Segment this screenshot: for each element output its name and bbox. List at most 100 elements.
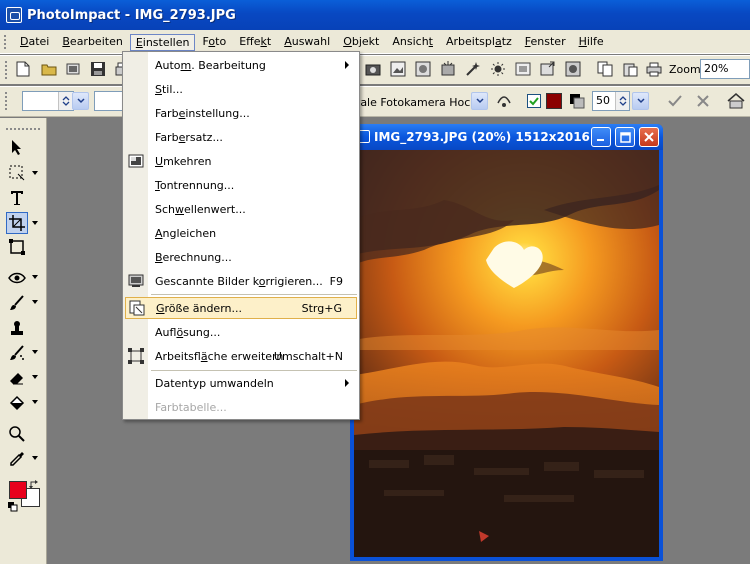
maximize-button[interactable] (615, 127, 635, 147)
toolpanel-grip[interactable] (6, 128, 40, 130)
frame-icon[interactable] (514, 60, 532, 78)
menu-item-datentyp-umwandeln[interactable]: Datentyp umwandeln (125, 372, 357, 394)
fill-bucket-flyout-arrow[interactable] (32, 400, 38, 404)
redeye-tool-flyout-arrow[interactable] (32, 275, 38, 279)
zoom-tool-icon[interactable] (6, 423, 28, 445)
menu-item-label: Tontrennung... (155, 178, 235, 192)
width-unit-dropdown[interactable] (72, 92, 89, 110)
enhance-icon[interactable] (439, 60, 457, 78)
width-field[interactable] (22, 91, 74, 111)
text-tool-icon[interactable] (6, 187, 28, 209)
brightness-icon[interactable] (489, 60, 507, 78)
eyedropper-flyout-arrow[interactable] (32, 456, 38, 460)
retouch-brush-flyout-arrow[interactable] (32, 350, 38, 354)
swap-colors-icon[interactable] (29, 480, 39, 493)
foreground-color-swatch[interactable] (9, 481, 27, 499)
paint-brush-flyout-arrow[interactable] (32, 300, 38, 304)
open-file-icon[interactable] (40, 60, 58, 78)
new-file-icon[interactable] (14, 60, 32, 78)
menu-item-stil[interactable]: Stil... (125, 78, 357, 100)
menu-foto[interactable]: Foto (196, 33, 232, 50)
height-field[interactable] (94, 91, 124, 111)
menu-item-groesse-aendern[interactable]: Größe ändern... Strg+G (125, 297, 357, 319)
menu-item-label: Farbtabelle... (155, 400, 227, 414)
color-adjust-icon[interactable] (414, 60, 432, 78)
menu-item-autom-bearbeitung[interactable]: Autom. Bearbeitung (125, 54, 357, 76)
paste-icon[interactable] (621, 60, 639, 78)
fill-bucket-icon[interactable] (6, 392, 28, 414)
menu-datei[interactable]: Datei (14, 33, 55, 50)
zoom-input[interactable]: 20% (700, 59, 750, 79)
panel-icon[interactable] (727, 92, 745, 110)
open-browser-icon[interactable] (64, 60, 82, 78)
retouch-brush-icon[interactable] (6, 342, 28, 364)
width-spinner[interactable] (58, 92, 72, 110)
menu-item-gescannte-bilder[interactable]: Gescannte Bilder korrigieren... F9 (125, 270, 357, 292)
menu-auswahl[interactable]: Auswahl (278, 33, 336, 50)
toolbar-grip[interactable] (5, 61, 8, 79)
menu-bearbeiten[interactable]: Bearbeiten (56, 33, 128, 50)
menu-item-label: Angleichen (155, 226, 217, 240)
menu-item-label: Datentyp umwandeln (155, 376, 274, 390)
menu-item-angleichen[interactable]: Angleichen (125, 222, 357, 244)
transform-icon[interactable] (495, 92, 513, 110)
app-icon[interactable] (6, 7, 22, 23)
selection-tool-flyout-arrow[interactable] (32, 171, 38, 175)
crop-tool-icon[interactable] (6, 212, 28, 234)
fill-checkbox[interactable] (525, 92, 543, 110)
shade-icon[interactable] (568, 92, 586, 110)
camera-icon[interactable] (364, 60, 382, 78)
crop-tool-flyout-arrow[interactable] (32, 221, 38, 225)
attribute-toolbar-grip[interactable] (5, 92, 8, 110)
pick-tool-icon[interactable] (6, 136, 28, 158)
value-dropdown-button[interactable] (632, 92, 649, 110)
menu-item-berechnung[interactable]: Berechnung... (125, 246, 357, 268)
menu-effekt[interactable]: Effekt (233, 33, 277, 50)
title-bar[interactable]: PhotoImpact - IMG_2793.JPG (0, 0, 750, 30)
menu-item-label: Farbersatz... (155, 130, 223, 144)
minimize-button[interactable] (591, 127, 611, 147)
menu-item-farbeinstellung[interactable]: Farbeinstellung... (125, 102, 357, 124)
menu-fenster[interactable]: Fenster (519, 33, 572, 50)
sunset-photo[interactable] (354, 150, 659, 557)
value-field[interactable]: 50 (592, 91, 630, 111)
magic-wand-icon[interactable] (464, 60, 482, 78)
menu-item-schwellenwert[interactable]: Schwellenwert... (125, 198, 357, 220)
menu-item-umkehren[interactable]: Umkehren (125, 150, 357, 172)
fill-color-swatch[interactable] (545, 92, 563, 110)
export-icon[interactable] (539, 60, 557, 78)
zoom-label: Zoom (669, 63, 701, 76)
selection-tool-icon[interactable] (6, 162, 28, 184)
redeye-tool-icon[interactable] (6, 267, 28, 289)
menu-arbeitsplatz[interactable]: Arbeitsplatz (440, 33, 518, 50)
preset-select[interactable]: tale Fotokamera Hochfo (356, 96, 472, 110)
paint-brush-icon[interactable] (6, 292, 28, 314)
preset-dropdown-button[interactable] (471, 92, 488, 110)
cancel-x-icon[interactable] (694, 92, 712, 110)
clone-stamp-icon[interactable] (6, 317, 28, 339)
menu-objekt[interactable]: Objekt (337, 33, 385, 50)
copy-icon[interactable] (596, 60, 614, 78)
menu-item-arbeitsflaeche-erweitern[interactable]: Arbeitsfläche erweitern Umschalt+N (125, 345, 357, 367)
menu-item-aufloesung[interactable]: Auflösung... (125, 321, 357, 343)
menu-item-farbersatz[interactable]: Farbersatz... (125, 126, 357, 148)
menu-hilfe[interactable]: Hilfe (573, 33, 610, 50)
transform-tool-icon[interactable] (6, 236, 28, 258)
image-adjust-icon[interactable] (389, 60, 407, 78)
web-icon[interactable] (564, 60, 582, 78)
print-icon[interactable] (645, 60, 663, 78)
eraser-icon[interactable] (6, 367, 28, 389)
close-button[interactable] (639, 127, 659, 147)
save-icon[interactable] (89, 60, 107, 78)
apply-check-icon[interactable] (666, 92, 684, 110)
menu-item-tontrennung[interactable]: Tontrennung... (125, 174, 357, 196)
value-spinner[interactable] (615, 92, 629, 110)
menu-ansicht[interactable]: Ansicht (386, 33, 439, 50)
menubar-grip[interactable] (4, 35, 7, 49)
menu-item-label: Stil... (155, 82, 183, 96)
eyedropper-icon[interactable] (6, 448, 28, 470)
default-colors-icon[interactable] (8, 502, 18, 515)
menu-einstellen[interactable]: Einstellen (129, 33, 196, 51)
eraser-flyout-arrow[interactable] (32, 375, 38, 379)
menu-item-label: Gescannte Bilder korrigieren... (155, 274, 323, 288)
